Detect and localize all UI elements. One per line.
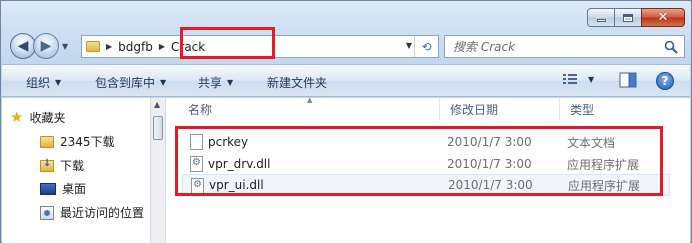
command-bar: 组织 ▼ 包含到库中 ▼ 共享 ▼ 新建文件夹 ▼ ? bbox=[2, 64, 690, 97]
new-folder-button[interactable]: 新建文件夹 bbox=[267, 74, 327, 91]
column-header-date[interactable]: 修改日期 bbox=[440, 98, 560, 120]
breadcrumb-crack[interactable]: Crack bbox=[171, 40, 205, 54]
file-name: vpr_ui.dll bbox=[209, 178, 264, 192]
chevron-down-icon: ▼ bbox=[160, 78, 167, 87]
file-name: pcrkey bbox=[208, 135, 249, 149]
change-view-button[interactable]: ▼ bbox=[562, 72, 594, 86]
file-date: 2010/1/7 3:00 bbox=[448, 178, 533, 192]
share-label: 共享 bbox=[198, 76, 223, 90]
file-type: 应用程序扩展 bbox=[567, 157, 640, 172]
navigation-pane: ★ 收藏夹 2345下载 下载 桌面 最近访问的位置 bbox=[2, 98, 154, 243]
folder-icon bbox=[86, 41, 100, 52]
share-button[interactable]: 共享 ▼ bbox=[198, 74, 233, 91]
sidebar-item-downloads[interactable]: 下载 bbox=[40, 157, 84, 174]
chevron-down-icon[interactable]: ▼ bbox=[588, 75, 594, 84]
sidebar-item-label: 收藏夹 bbox=[29, 111, 66, 125]
desktop-icon bbox=[40, 182, 56, 195]
file-row[interactable]: vpr_drv.dll 2010/1/7 3:00 应用程序扩展 bbox=[182, 153, 670, 175]
minimize-icon bbox=[596, 19, 606, 22]
chevron-down-icon: ▼ bbox=[55, 78, 62, 87]
file-row[interactable]: pcrkey 2010/1/7 3:00 文本文档 bbox=[182, 131, 670, 153]
column-header-name[interactable]: 名称 bbox=[178, 98, 440, 120]
refresh-button[interactable]: ⟲ bbox=[414, 36, 438, 57]
sidebar-item-label: 下载 bbox=[60, 159, 85, 173]
close-icon: ✕ bbox=[657, 10, 669, 25]
caption-buttons: ✕ bbox=[587, 8, 685, 27]
recent-pages-dropdown[interactable]: ▼ bbox=[62, 42, 68, 51]
content-area: ★ 收藏夹 2345下载 下载 桌面 最近访问的位置 ▲ bbox=[2, 96, 690, 243]
search-icon[interactable] bbox=[664, 40, 678, 54]
include-in-library-button[interactable]: 包含到库中 ▼ bbox=[95, 74, 166, 91]
new-folder-label: 新建文件夹 bbox=[267, 76, 328, 90]
breadcrumb-separator[interactable]: ▶ bbox=[106, 42, 112, 51]
search-input[interactable] bbox=[453, 39, 653, 54]
preview-pane-icon bbox=[619, 72, 637, 88]
download-folder-icon bbox=[40, 158, 54, 172]
help-icon: ? bbox=[661, 74, 669, 88]
navigation-pane-scrollbar[interactable]: ▲ bbox=[150, 98, 166, 243]
sidebar-item-label: 最近访问的位置 bbox=[60, 206, 145, 220]
column-header-label: 修改日期 bbox=[450, 102, 499, 117]
column-header-type[interactable]: 类型 bbox=[560, 98, 680, 120]
text-file-icon bbox=[190, 134, 203, 150]
address-dropdown[interactable]: ▼ bbox=[406, 41, 412, 50]
forward-arrow-icon: ▶ bbox=[40, 38, 52, 54]
explorer-window: ✕ ◀ ▶ ▼ ▶ bdgfb ▶ Crack ▼ ⟲ 组织 ▼ 包含到库中 ▼… bbox=[0, 0, 692, 243]
scroll-up-icon[interactable]: ▲ bbox=[154, 100, 160, 109]
star-icon: ★ bbox=[10, 108, 24, 126]
recent-places-icon bbox=[40, 205, 54, 220]
view-list-icon bbox=[563, 74, 577, 84]
address-bar[interactable]: ▶ bdgfb ▶ Crack ▼ ⟲ bbox=[81, 35, 439, 58]
sidebar-item-2345-downloads[interactable]: 2345下载 bbox=[40, 133, 115, 150]
close-button[interactable]: ✕ bbox=[641, 8, 685, 27]
dll-file-icon bbox=[190, 156, 203, 172]
sidebar-item-label: 桌面 bbox=[62, 182, 87, 196]
file-type: 应用程序扩展 bbox=[568, 178, 641, 193]
column-header-label: 名称 bbox=[188, 102, 213, 117]
help-button[interactable]: ? bbox=[656, 72, 674, 90]
maximize-button[interactable] bbox=[614, 8, 642, 27]
minimize-button[interactable] bbox=[587, 8, 615, 27]
organize-button[interactable]: 组织 ▼ bbox=[26, 74, 61, 91]
search-box bbox=[444, 35, 685, 58]
file-row[interactable]: vpr_ui.dll 2010/1/7 3:00 应用程序扩展 bbox=[182, 174, 670, 196]
breadcrumb-separator[interactable]: ▶ bbox=[159, 42, 165, 51]
file-type: 文本文档 bbox=[567, 135, 616, 150]
scroll-thumb[interactable] bbox=[153, 116, 163, 140]
organize-label: 组织 bbox=[26, 76, 51, 90]
column-header-label: 类型 bbox=[570, 102, 595, 117]
refresh-icon: ⟲ bbox=[421, 39, 432, 54]
navigation-buttons: ◀ ▶ ▼ bbox=[10, 33, 68, 59]
file-list: ▲ 名称 修改日期 类型 pcrkey 2010/1/7 3:00 文本文档 v… bbox=[168, 96, 690, 243]
file-date: 2010/1/7 3:00 bbox=[447, 157, 532, 171]
sidebar-item-favorites[interactable]: ★ 收藏夹 bbox=[10, 109, 65, 126]
dll-file-icon bbox=[191, 178, 204, 194]
maximize-icon bbox=[623, 13, 633, 22]
file-date: 2010/1/7 3:00 bbox=[447, 135, 532, 149]
preview-pane-button[interactable] bbox=[619, 72, 637, 88]
sidebar-item-recent-places[interactable]: 最近访问的位置 bbox=[40, 204, 144, 221]
sidebar-item-label: 2345下载 bbox=[60, 135, 115, 149]
forward-button[interactable]: ▶ bbox=[33, 33, 59, 59]
file-name: vpr_drv.dll bbox=[208, 157, 271, 171]
include-in-library-label: 包含到库中 bbox=[95, 76, 156, 90]
breadcrumb-bdgfb[interactable]: bdgfb bbox=[118, 40, 153, 54]
folder-icon bbox=[40, 135, 54, 148]
chevron-down-icon: ▼ bbox=[227, 78, 234, 87]
back-arrow-icon: ◀ bbox=[17, 38, 29, 54]
sidebar-item-desktop[interactable]: 桌面 bbox=[40, 180, 86, 197]
